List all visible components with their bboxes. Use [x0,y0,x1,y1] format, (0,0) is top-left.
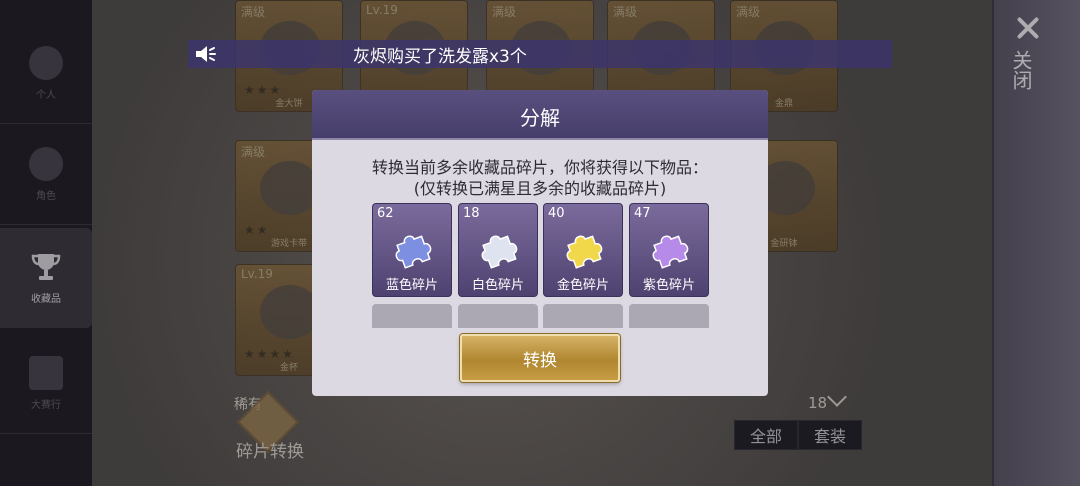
fragment-tile[interactable]: 47 紫色碎片 [629,203,709,297]
announcement-text: 灰烬购买了洗发露x3个 [353,47,527,67]
fragment-tile[interactable]: 62 蓝色碎片 [372,203,452,297]
fragment-tile[interactable]: 18 白色碎片 [458,203,538,297]
fragment-name: 金色碎片 [556,278,609,293]
empty-slot [629,304,709,328]
puzzle-piece-icon [481,235,518,269]
fragment-qty: 18 [463,206,480,221]
puzzle-piece-icon [395,235,432,269]
fragment-qty: 47 [634,206,651,221]
puzzle-piece-icon [566,235,603,269]
fragment-tile[interactable]: 40 金色碎片 [543,203,623,297]
puzzle-piece-icon [652,235,689,269]
fragment-name: 蓝色碎片 [385,278,438,293]
speaker-icon [196,46,216,62]
announcement-bar: 灰烬购买了洗发露x3个 [188,40,892,68]
dialog-title: 分解 [520,106,560,130]
fragment-qty: 40 [548,206,565,221]
dialog-note: (仅转换已满星且多余的收藏品碎片) [413,179,667,198]
empty-slot [458,304,538,328]
game-screen: 满级 ★★★ 金大饼 Lv.19 满级 满级 满级 金鼎 满级 ★★ 游戏卡带 [0,0,1080,486]
dialog-header: 分解 [312,90,768,140]
fragment-name: 白色碎片 [471,278,524,293]
decompose-dialog: 分解 转换当前多余收藏品碎片，你将获得以下物品： (仅转换已满星且多余的收藏品碎… [312,90,768,396]
empty-slot [372,304,452,328]
fragment-qty: 62 [377,206,394,221]
fragment-name: 紫色碎片 [642,278,695,293]
empty-slot [543,304,623,328]
convert-button[interactable]: 转换 [460,334,620,382]
